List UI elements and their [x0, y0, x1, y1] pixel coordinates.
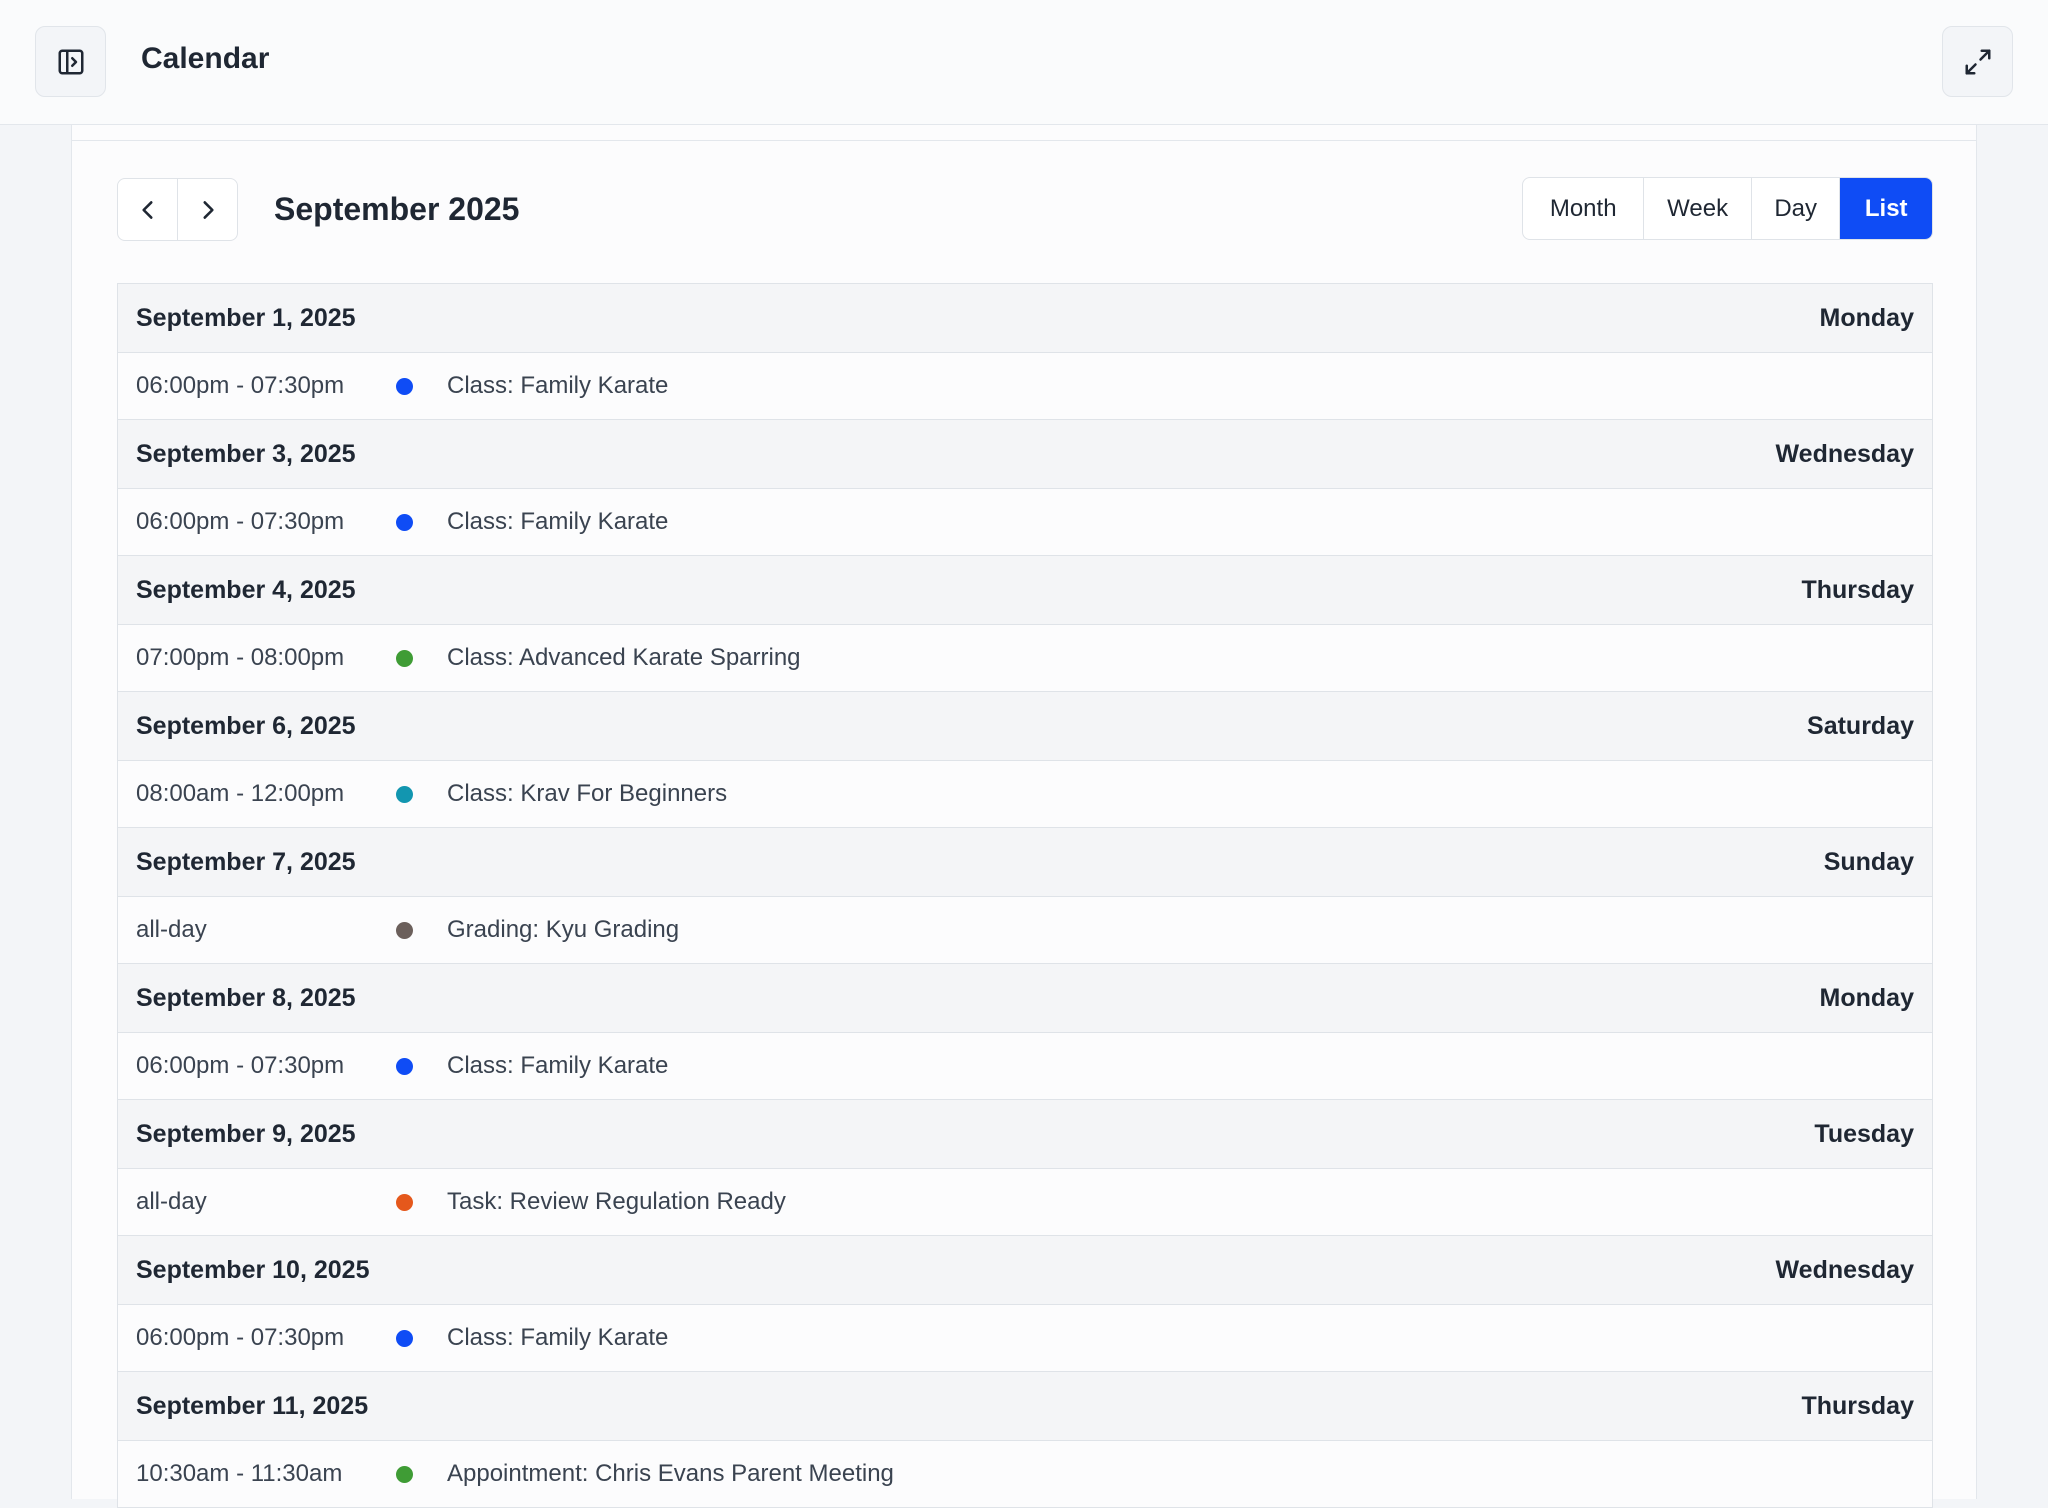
day-header: September 4, 2025 Thursday — [118, 556, 1932, 625]
next-month-button[interactable] — [177, 179, 237, 240]
event-color-dot — [396, 377, 413, 395]
event-color-dot — [396, 649, 413, 667]
day-weekday: Wednesday — [1775, 1255, 1914, 1284]
event-row[interactable]: 10:30am - 11:30am Appointment: Chris Evan… — [118, 1441, 1932, 1508]
page-title: Calendar — [141, 42, 270, 75]
sidebar-toggle-icon — [58, 49, 83, 74]
day-date: September 3, 2025 — [136, 439, 356, 468]
day-date: September 11, 2025 — [136, 1391, 369, 1420]
event-time: 06:00pm - 07:30pm — [136, 1324, 345, 1351]
view-switcher: Month Week Day List — [1522, 177, 1933, 240]
chevron-left-icon — [141, 200, 153, 219]
day-date: September 9, 2025 — [136, 1119, 356, 1148]
day-date: September 8, 2025 — [136, 983, 356, 1012]
expand-icon — [1965, 49, 1990, 74]
event-color-dot — [396, 1193, 413, 1211]
day-header: September 3, 2025 Wednesday — [118, 420, 1932, 489]
day-header: September 9, 2025 Tuesday — [118, 1100, 1932, 1169]
event-color-dot — [396, 921, 413, 939]
event-color-dot — [396, 1329, 413, 1347]
event-color-dot — [396, 1465, 413, 1483]
day-date: September 7, 2025 — [136, 847, 356, 876]
event-row[interactable]: 06:00pm - 07:30pm Class: Family Karate — [118, 1305, 1932, 1372]
day-weekday: Monday — [1819, 983, 1914, 1012]
day-weekday: Thursday — [1801, 1391, 1914, 1420]
event-time: 06:00pm - 07:30pm — [136, 1052, 345, 1079]
expand-button[interactable] — [1942, 26, 2013, 97]
sidebar-toggle-button[interactable] — [35, 26, 106, 97]
event-time: 06:00pm - 07:30pm — [136, 508, 345, 535]
day-header: September 10, 2025 Wednesday — [118, 1236, 1932, 1305]
event-title: Appointment: Chris Evans Parent Meeting — [447, 1460, 894, 1487]
day-weekday: Monday — [1819, 303, 1914, 332]
day-header: September 11, 2025 Thursday — [118, 1372, 1932, 1441]
prev-month-button[interactable] — [118, 179, 177, 240]
event-row[interactable]: 06:00pm - 07:30pm Class: Family Karate — [118, 1033, 1932, 1100]
view-list-button[interactable]: List — [1839, 178, 1932, 239]
event-time: 07:00pm - 08:00pm — [136, 644, 345, 671]
month-title: September 2025 — [274, 191, 520, 227]
day-header: September 8, 2025 Monday — [118, 964, 1932, 1033]
event-row[interactable]: 06:00pm - 07:30pm Class: Family Karate — [118, 489, 1932, 556]
event-time: all-day — [136, 916, 207, 943]
event-title: Class: Advanced Karate Sparring — [447, 644, 801, 671]
day-date: September 10, 2025 — [136, 1255, 370, 1284]
event-list: September 1, 2025 Monday 06:00pm - 07:30pm… — [117, 283, 1933, 1508]
day-header: September 6, 2025 Saturday — [118, 692, 1932, 761]
event-row[interactable]: all-day Grading: Kyu Grading — [118, 897, 1932, 964]
day-weekday: Tuesday — [1814, 1119, 1914, 1148]
view-day-button[interactable]: Day — [1750, 178, 1840, 239]
calendar-panel: September 2025 Month Week Day List Septe… — [71, 125, 1977, 1508]
event-row[interactable]: 08:00am - 12:00pm Class: Krav For Beginne… — [118, 761, 1932, 828]
day-date: September 4, 2025 — [136, 575, 356, 604]
event-time: all-day — [136, 1188, 207, 1215]
day-weekday: Wednesday — [1775, 439, 1914, 468]
day-date: September 6, 2025 — [136, 711, 356, 740]
day-weekday: Thursday — [1801, 575, 1914, 604]
event-title: Grading: Kyu Grading — [447, 916, 680, 943]
event-title: Task: Review Regulation Ready — [447, 1188, 786, 1215]
event-time: 06:00pm - 07:30pm — [136, 372, 345, 399]
event-row[interactable]: 06:00pm - 07:30pm Class: Family Karate — [118, 353, 1932, 420]
day-header: September 7, 2025 Sunday — [118, 828, 1932, 897]
event-color-dot — [396, 785, 413, 803]
event-title: Class: Family Karate — [447, 508, 669, 535]
event-title: Class: Family Karate — [447, 1052, 669, 1079]
event-row[interactable]: 07:00pm - 08:00pm Class: Advanced Karate … — [118, 625, 1932, 692]
top-bar: Calendar — [0, 0, 2048, 125]
divider — [72, 140, 1976, 141]
event-title: Class: Family Karate — [447, 1324, 669, 1351]
event-color-dot — [396, 1057, 413, 1075]
view-week-button[interactable]: Week — [1643, 178, 1750, 239]
day-date: September 1, 2025 — [136, 303, 356, 332]
day-weekday: Saturday — [1807, 711, 1914, 740]
event-title: Class: Family Karate — [447, 372, 669, 399]
event-title: Class: Krav For Beginners — [447, 780, 728, 807]
event-row[interactable]: all-day Task: Review Regulation Ready — [118, 1169, 1932, 1236]
view-month-button[interactable]: Month — [1523, 178, 1643, 239]
prev-next-group — [117, 178, 238, 241]
day-header: September 1, 2025 Monday — [118, 284, 1932, 353]
day-weekday: Sunday — [1823, 847, 1914, 876]
event-time: 10:30am - 11:30am — [136, 1460, 343, 1487]
event-time: 08:00am - 12:00pm — [136, 780, 345, 807]
event-color-dot — [396, 513, 413, 531]
chevron-right-icon — [202, 200, 214, 219]
